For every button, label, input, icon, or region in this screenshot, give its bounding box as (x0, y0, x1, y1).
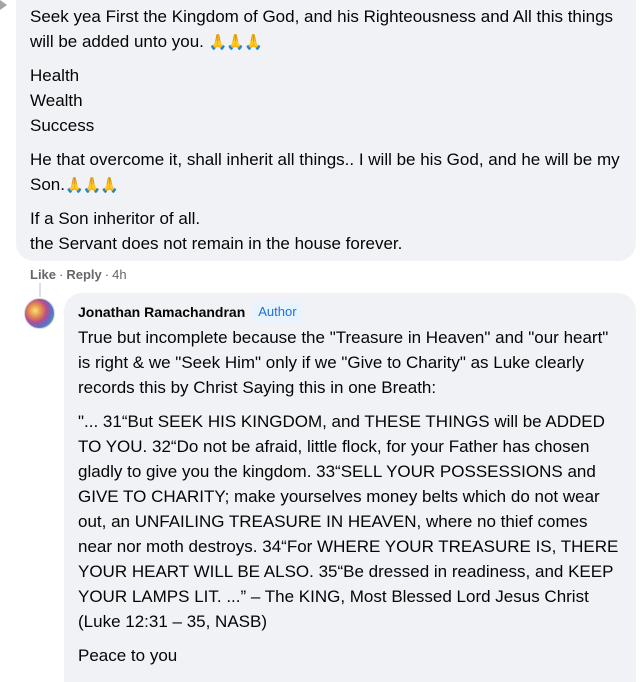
comment-paragraph: If a Son inheritor of all. the Servant d… (30, 209, 403, 253)
comment-paragraph: True but incomplete because the "Treasur… (78, 328, 609, 397)
comment-paragraph: Seek yea First the Kingdom of God, and h… (30, 7, 614, 51)
timestamp[interactable]: 4h (112, 267, 126, 282)
separator: · (59, 267, 64, 282)
reply-button[interactable]: Reply (66, 267, 101, 282)
avatar[interactable] (24, 298, 55, 329)
comment-paragraph: "... 31“But SEEK HIS KINGDOM, and THESE … (78, 412, 619, 631)
comment-paragraph: Health Wealth Success (30, 66, 95, 135)
parent-comment-bubble: Seek yea First the Kingdom of God, and h… (16, 0, 636, 261)
author-badge: Author (253, 302, 302, 322)
thread-line (39, 283, 41, 297)
author-row: Jonathan Ramachandran Author (78, 301, 624, 323)
comment-paragraph: He that overcome it, shall inherit all t… (30, 150, 620, 194)
pray-emoji-icon: 🙏🙏🙏 (208, 34, 263, 51)
collapse-arrow-icon (0, 0, 7, 10)
author-name[interactable]: Jonathan Ramachandran (78, 300, 245, 325)
separator: · (104, 267, 110, 282)
reply-comment-bubble: Jonathan Ramachandran Author True but in… (64, 293, 636, 682)
comment-paragraph: Peace to you (78, 646, 178, 665)
comment-actions: Like · Reply · 4h (30, 265, 127, 285)
like-button[interactable]: Like (30, 267, 56, 282)
pray-emoji-icon: 🙏🙏🙏 (64, 177, 119, 194)
